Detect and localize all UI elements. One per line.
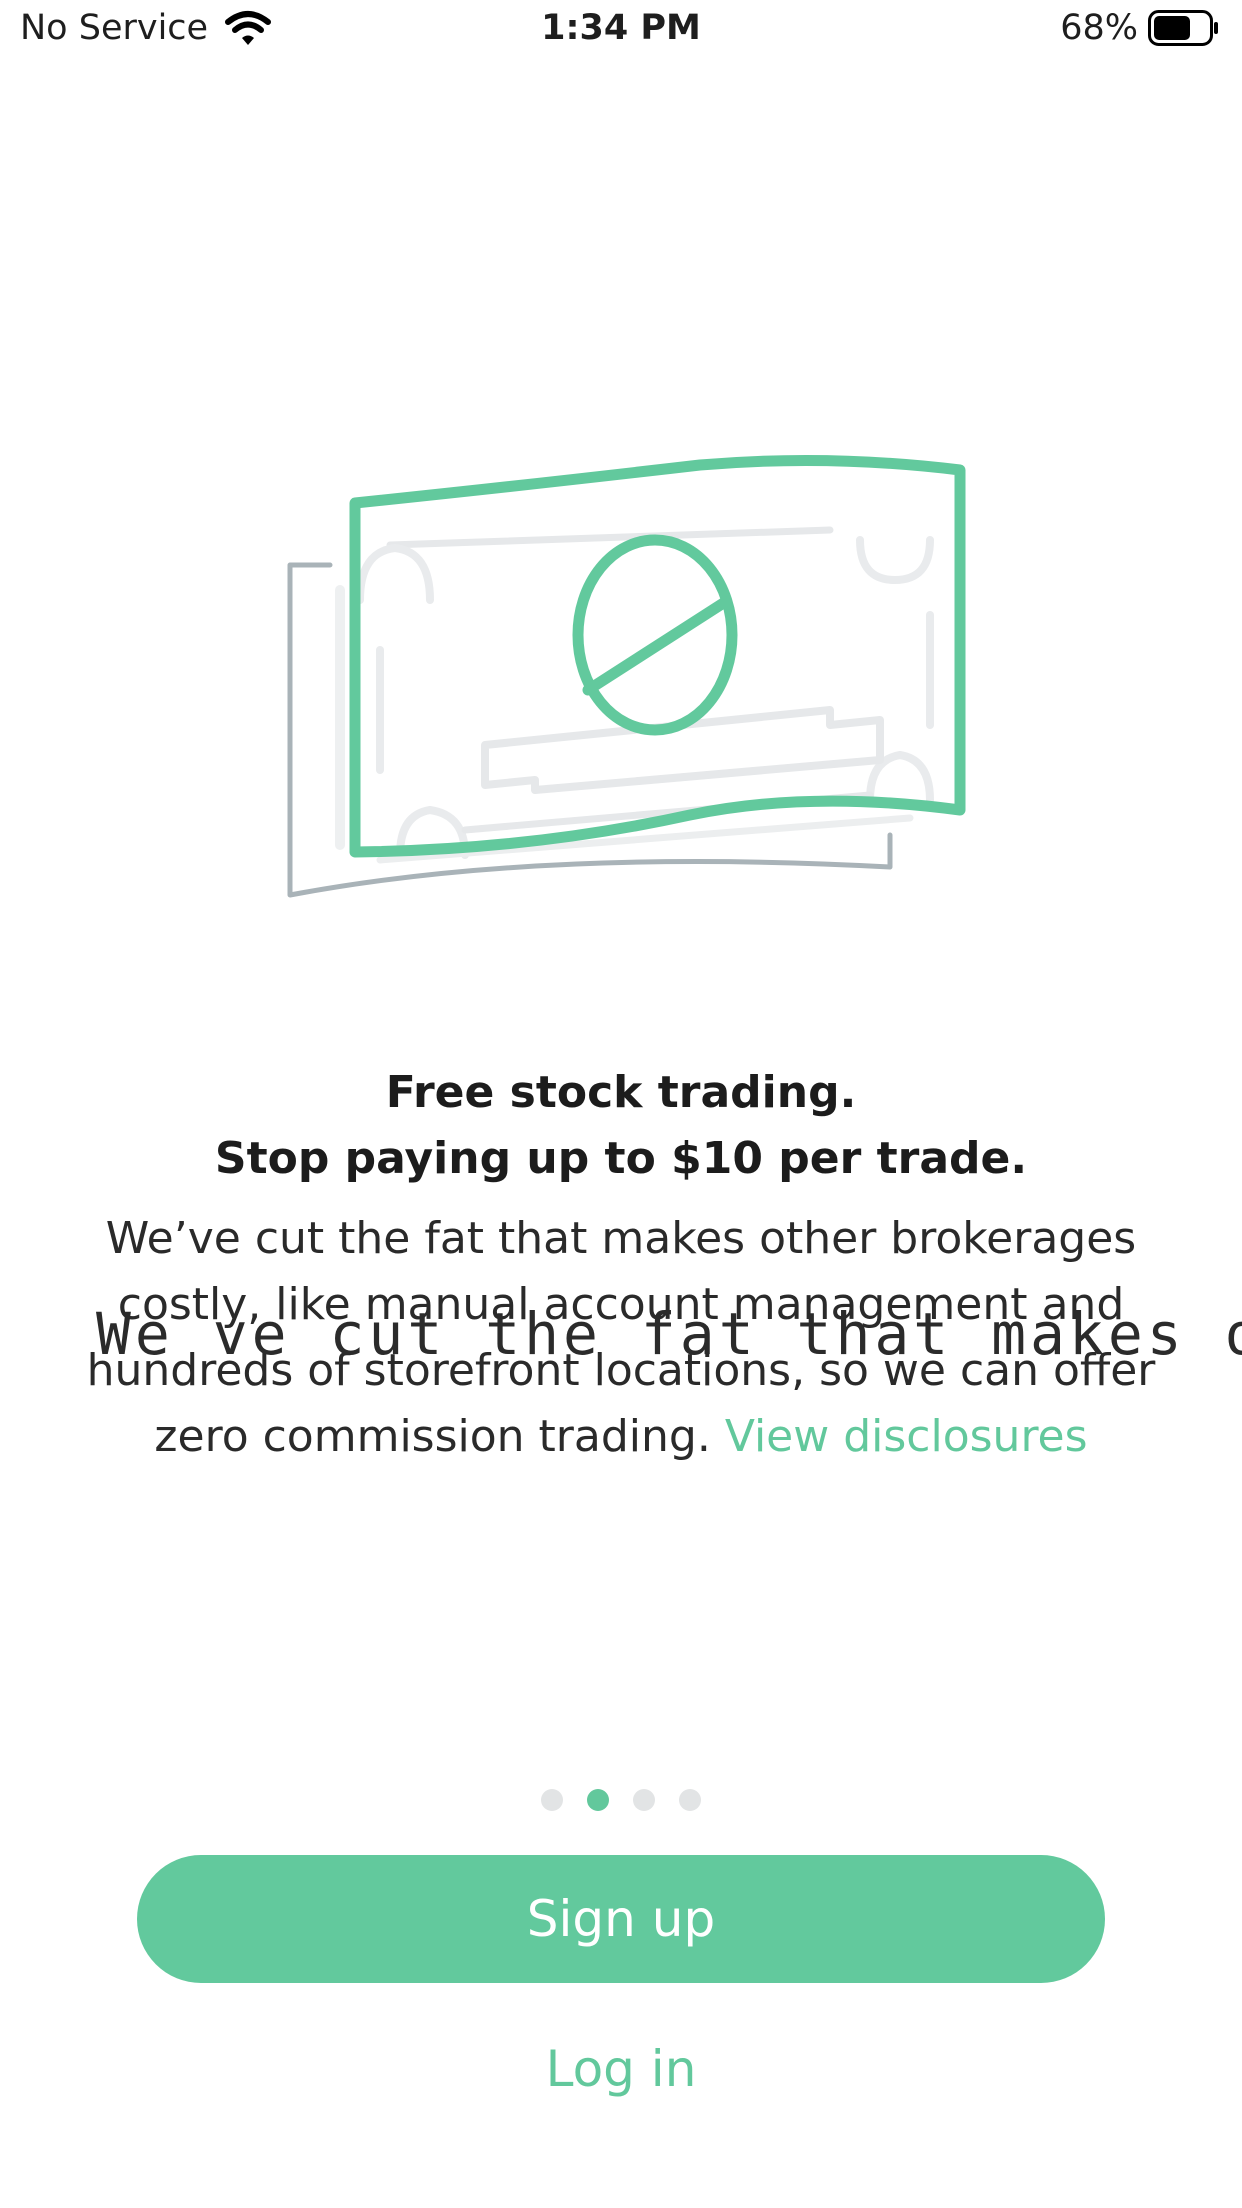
page-dot-3[interactable] (633, 1789, 655, 1811)
status-time: 1:34 PM (541, 8, 701, 48)
headline-line-1: Free stock trading. (385, 1067, 857, 1118)
body-line-1: We’ve cut the fat that makes other broke… (105, 1213, 1137, 1264)
page-dot-2[interactable] (587, 1789, 609, 1811)
battery-icon (1148, 10, 1218, 46)
view-disclosures-link[interactable]: View disclosures (725, 1411, 1088, 1462)
dollar-bill-illustration (287, 455, 966, 898)
page-indicator (0, 1789, 1242, 1811)
log-in-link[interactable]: Log in (0, 2040, 1242, 2098)
sign-up-button[interactable]: Sign up (137, 1855, 1105, 1983)
body-line-4-text: zero commission trading. (154, 1411, 711, 1462)
overlay-text-artifact: We ve cut the fat that makes other b (96, 1300, 1242, 1368)
body-line-4: zero commission trading. View disclosure… (70, 1404, 1172, 1470)
page-dot-4[interactable] (679, 1789, 701, 1811)
status-bar: No Service 1:34 PM 68% (0, 0, 1242, 62)
page-dot-1[interactable] (541, 1789, 563, 1811)
status-right: 68% (1060, 8, 1220, 48)
headline-line-2: Stop paying up to $10 per trade. (214, 1133, 1028, 1184)
slide-headline: Free stock trading. Stop paying up to $1… (0, 1060, 1242, 1192)
battery-percent: 68% (1060, 8, 1138, 48)
